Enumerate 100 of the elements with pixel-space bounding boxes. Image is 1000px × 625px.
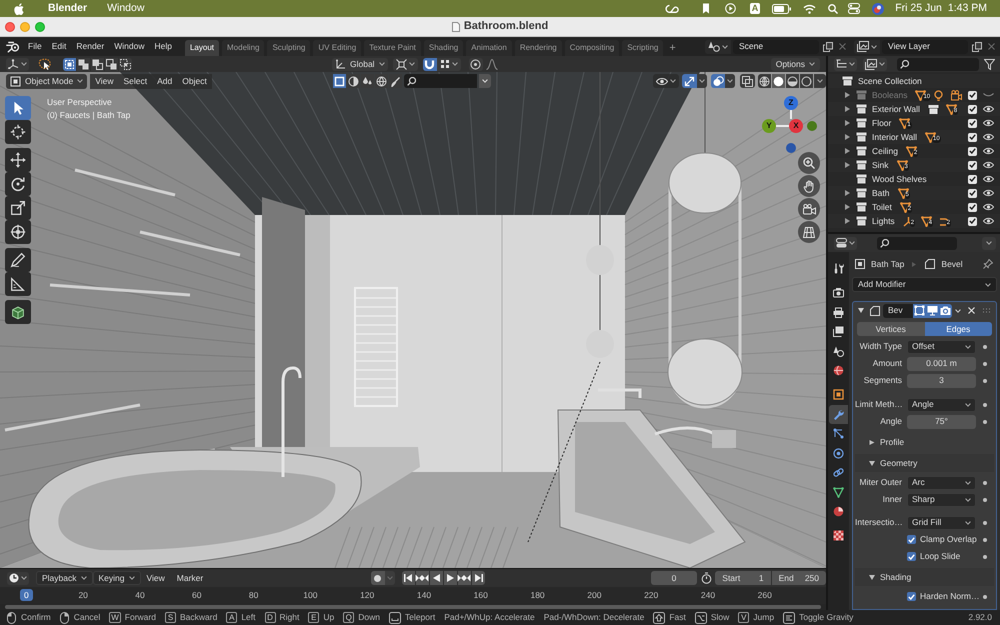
- shading-options-button[interactable]: [814, 74, 826, 88]
- search-icon[interactable]: [828, 4, 838, 14]
- tool-button[interactable]: [5, 220, 31, 244]
- creative-cloud-icon[interactable]: [664, 4, 680, 14]
- mesh-triangle-icon[interactable]: [920, 216, 932, 226]
- animate-dot-icon[interactable]: [983, 480, 987, 484]
- eye-icon[interactable]: [983, 189, 994, 197]
- shading-mode-button[interactable]: [786, 74, 799, 88]
- playback-button[interactable]: [472, 571, 485, 585]
- tool-button[interactable]: [5, 120, 31, 144]
- tool-button[interactable]: [5, 248, 31, 272]
- view-layer-name-field[interactable]: View Layer: [882, 40, 968, 54]
- auto-keying-button[interactable]: [371, 571, 385, 585]
- expand-arrow-icon[interactable]: [845, 190, 850, 196]
- workspace-tab[interactable]: Texture Paint: [364, 40, 421, 56]
- menu-item[interactable]: Edit: [46, 40, 72, 53]
- select-mode-button[interactable]: [77, 58, 90, 70]
- menu-item[interactable]: Help: [149, 40, 177, 53]
- outliner-item[interactable]: Wood Shelves: [872, 172, 927, 186]
- battery-icon[interactable]: [772, 4, 792, 14]
- mesh-triangle-icon[interactable]: [906, 146, 917, 156]
- editor-type-button[interactable]: [7, 572, 29, 584]
- outliner-item[interactable]: Ceiling: [872, 144, 898, 158]
- select-mode-button[interactable]: [105, 58, 118, 70]
- camera-icon[interactable]: [951, 90, 962, 100]
- playback-button[interactable]: [416, 571, 429, 585]
- animate-dot-icon[interactable]: [983, 498, 987, 502]
- duplicate-icon[interactable]: [972, 42, 982, 52]
- expand-arrow-icon[interactable]: [845, 162, 850, 168]
- number-field[interactable]: 3: [907, 374, 976, 388]
- menu-item[interactable]: View: [90, 74, 118, 88]
- modifier-toggle-button[interactable]: [926, 304, 939, 318]
- menu-item[interactable]: File: [23, 40, 47, 53]
- checkbox[interactable]: [968, 146, 977, 156]
- mesh-triangle-icon[interactable]: [898, 188, 908, 198]
- checkbox[interactable]: [968, 160, 977, 170]
- menu-bar-date[interactable]: Fri 25 Jun: [895, 0, 942, 16]
- control-center-icon[interactable]: [848, 3, 860, 14]
- search-field[interactable]: [877, 236, 957, 250]
- expand-arrow-icon[interactable]: [845, 218, 850, 224]
- playback-button[interactable]: [430, 571, 443, 585]
- checkbox[interactable]: [968, 132, 977, 142]
- display-mode-button[interactable]: [863, 58, 887, 70]
- expand-arrow-icon[interactable]: [845, 106, 850, 112]
- options-dropdown[interactable]: Options: [770, 58, 820, 70]
- apple-logo-icon[interactable]: [14, 2, 24, 14]
- select-mode-button[interactable]: [91, 58, 104, 70]
- pin-icon[interactable]: [983, 259, 993, 269]
- outliner-item[interactable]: Sink: [872, 158, 889, 172]
- workspace-tab[interactable]: Modeling: [222, 40, 264, 56]
- outliner-item[interactable]: Bath: [872, 186, 890, 200]
- subpanel-header[interactable]: Geometry: [855, 454, 994, 472]
- eye-icon[interactable]: [983, 147, 994, 155]
- animate-dot-icon[interactable]: [983, 378, 987, 382]
- add-modifier-dropdown[interactable]: Add Modifier: [852, 277, 997, 292]
- segment-tab[interactable]: Edges: [924, 322, 992, 336]
- outliner-item[interactable]: Exterior Wall: [872, 102, 920, 116]
- bookmark-icon[interactable]: [702, 3, 710, 14]
- tool-button[interactable]: [5, 300, 31, 324]
- workspace-tab[interactable]: Scripting: [622, 40, 664, 56]
- select-mode-button[interactable]: [63, 58, 76, 70]
- property-dropdown[interactable]: Sharp: [907, 492, 976, 506]
- eye-icon[interactable]: [983, 203, 994, 211]
- add-workspace-button[interactable]: +: [666, 40, 679, 56]
- subpanel-header[interactable]: Shading: [855, 568, 994, 586]
- playback-button[interactable]: [402, 571, 415, 585]
- animate-dot-icon[interactable]: [983, 362, 987, 366]
- eye-icon[interactable]: [983, 161, 994, 169]
- mesh-triangle-icon[interactable]: [896, 160, 908, 170]
- outliner-item[interactable]: Booleans: [872, 88, 908, 102]
- property-dropdown[interactable]: Arc: [907, 476, 976, 490]
- property-dropdown[interactable]: Grid Fill: [907, 516, 976, 530]
- window-zoom-button[interactable]: [35, 22, 45, 32]
- search-field[interactable]: [897, 58, 979, 70]
- pivot-point-button[interactable]: [392, 58, 418, 70]
- workspace-tab[interactable]: Sculpting: [267, 40, 310, 56]
- mesh-triangle-icon[interactable]: [900, 202, 911, 212]
- checkbox[interactable]: [968, 104, 977, 114]
- outliner-item[interactable]: Interior Wall: [872, 130, 918, 144]
- animate-dot-icon[interactable]: [983, 538, 987, 542]
- scene-selector-button[interactable]: [705, 40, 731, 54]
- checkbox[interactable]: [968, 202, 977, 212]
- blender-logo-icon[interactable]: [6, 40, 20, 52]
- menu-item[interactable]: Add: [152, 74, 178, 88]
- tool-button[interactable]: [5, 148, 31, 172]
- menu-item[interactable]: View: [140, 571, 171, 585]
- eye-icon[interactable]: [983, 217, 994, 225]
- scene-name-field[interactable]: Scene: [733, 40, 819, 54]
- overlays-options-button[interactable]: [725, 74, 736, 88]
- checkbox[interactable]: [968, 188, 977, 198]
- view-layer-selector-button[interactable]: [854, 40, 880, 54]
- collapse-arrow-icon[interactable]: [858, 308, 864, 313]
- eye-icon[interactable]: [983, 119, 994, 127]
- tool-button[interactable]: [5, 272, 31, 296]
- filter-button[interactable]: [346, 74, 360, 88]
- orb-icon[interactable]: [872, 2, 884, 14]
- drag-handle-icon[interactable]: [982, 308, 991, 313]
- end-frame-field[interactable]: End 250: [772, 571, 826, 585]
- editor-type-button[interactable]: [6, 58, 29, 70]
- window-close-button[interactable]: [5, 22, 15, 32]
